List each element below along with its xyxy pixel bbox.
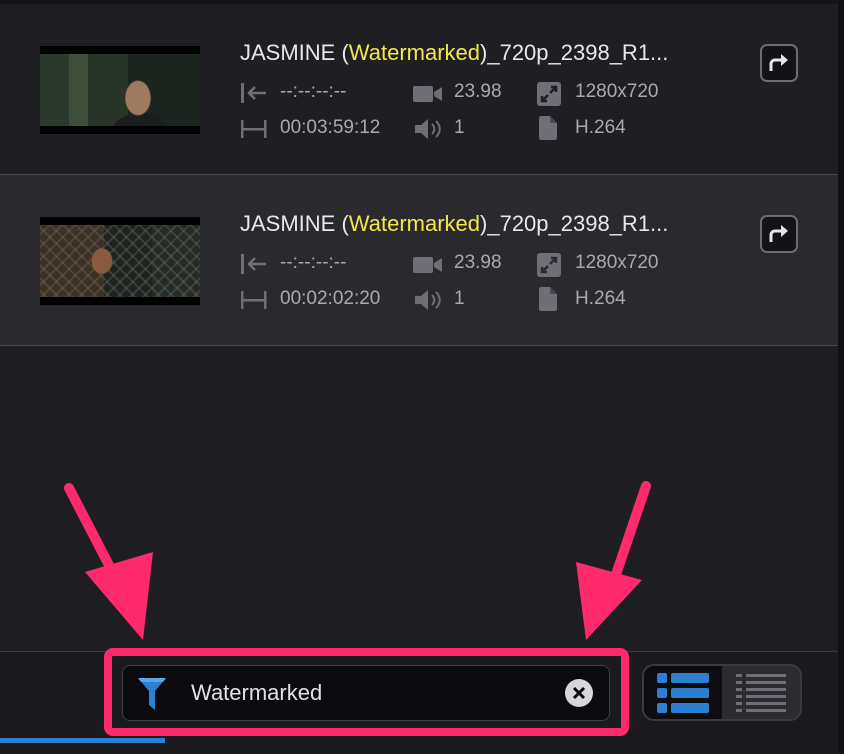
share-button[interactable]	[760, 44, 798, 82]
duration-value: 00:03:59:12	[280, 117, 381, 138]
clip-row[interactable]: JASMINE (Watermarked)_720p_2398_R1... --…	[0, 175, 838, 346]
list-view-button[interactable]	[644, 666, 722, 719]
resolution-icon	[537, 82, 561, 106]
clip-title: JASMINE (Watermarked)_720p_2398_R1...	[240, 40, 669, 65]
clip-thumbnail	[40, 217, 200, 305]
fps-value: 23.98	[454, 81, 502, 102]
in-point-value: --:--:--:--	[280, 81, 347, 102]
resolution-value: 1280x720	[575, 81, 659, 102]
clip-row[interactable]: JASMINE (Watermarked)_720p_2398_R1... --…	[0, 4, 838, 175]
audio-channels-value: 1	[454, 117, 465, 138]
duration-value: 00:02:02:20	[280, 288, 381, 309]
in-point-value: --:--:--:--	[280, 252, 347, 273]
video-camera-icon	[413, 86, 442, 102]
duration-icon	[241, 291, 267, 309]
annotation-highlight-box	[104, 648, 629, 736]
annotation-arrow-right	[576, 481, 651, 640]
clip-title-highlight: Watermarked	[348, 40, 481, 65]
volume-icon	[415, 290, 441, 310]
progress-indicator	[0, 738, 165, 743]
codec-value: H.264	[575, 288, 626, 309]
compact-list-view-button[interactable]	[722, 666, 800, 719]
clip-title-highlight: Watermarked	[348, 211, 481, 236]
audio-channels-value: 1	[454, 288, 465, 309]
fps-value: 23.98	[454, 252, 502, 273]
compact-list-view-icon	[736, 673, 786, 712]
list-view-icon	[657, 672, 709, 713]
clip-title: JASMINE (Watermarked)_720p_2398_R1...	[240, 211, 669, 236]
resolution-value: 1280x720	[575, 252, 659, 273]
window-edge	[838, 0, 844, 753]
share-icon	[769, 54, 788, 71]
file-icon	[539, 287, 557, 311]
share-button[interactable]	[760, 215, 798, 253]
file-icon	[539, 116, 557, 140]
clip-thumbnail	[40, 46, 200, 134]
video-camera-icon	[413, 257, 442, 273]
in-point-icon	[241, 83, 266, 103]
duration-icon	[241, 120, 267, 138]
resolution-icon	[537, 253, 561, 277]
codec-value: H.264	[575, 117, 626, 138]
view-mode-toggle[interactable]	[642, 664, 802, 721]
annotation-arrow-left	[64, 483, 153, 640]
in-point-icon	[241, 254, 266, 274]
volume-icon	[415, 119, 441, 139]
share-icon	[769, 225, 788, 242]
